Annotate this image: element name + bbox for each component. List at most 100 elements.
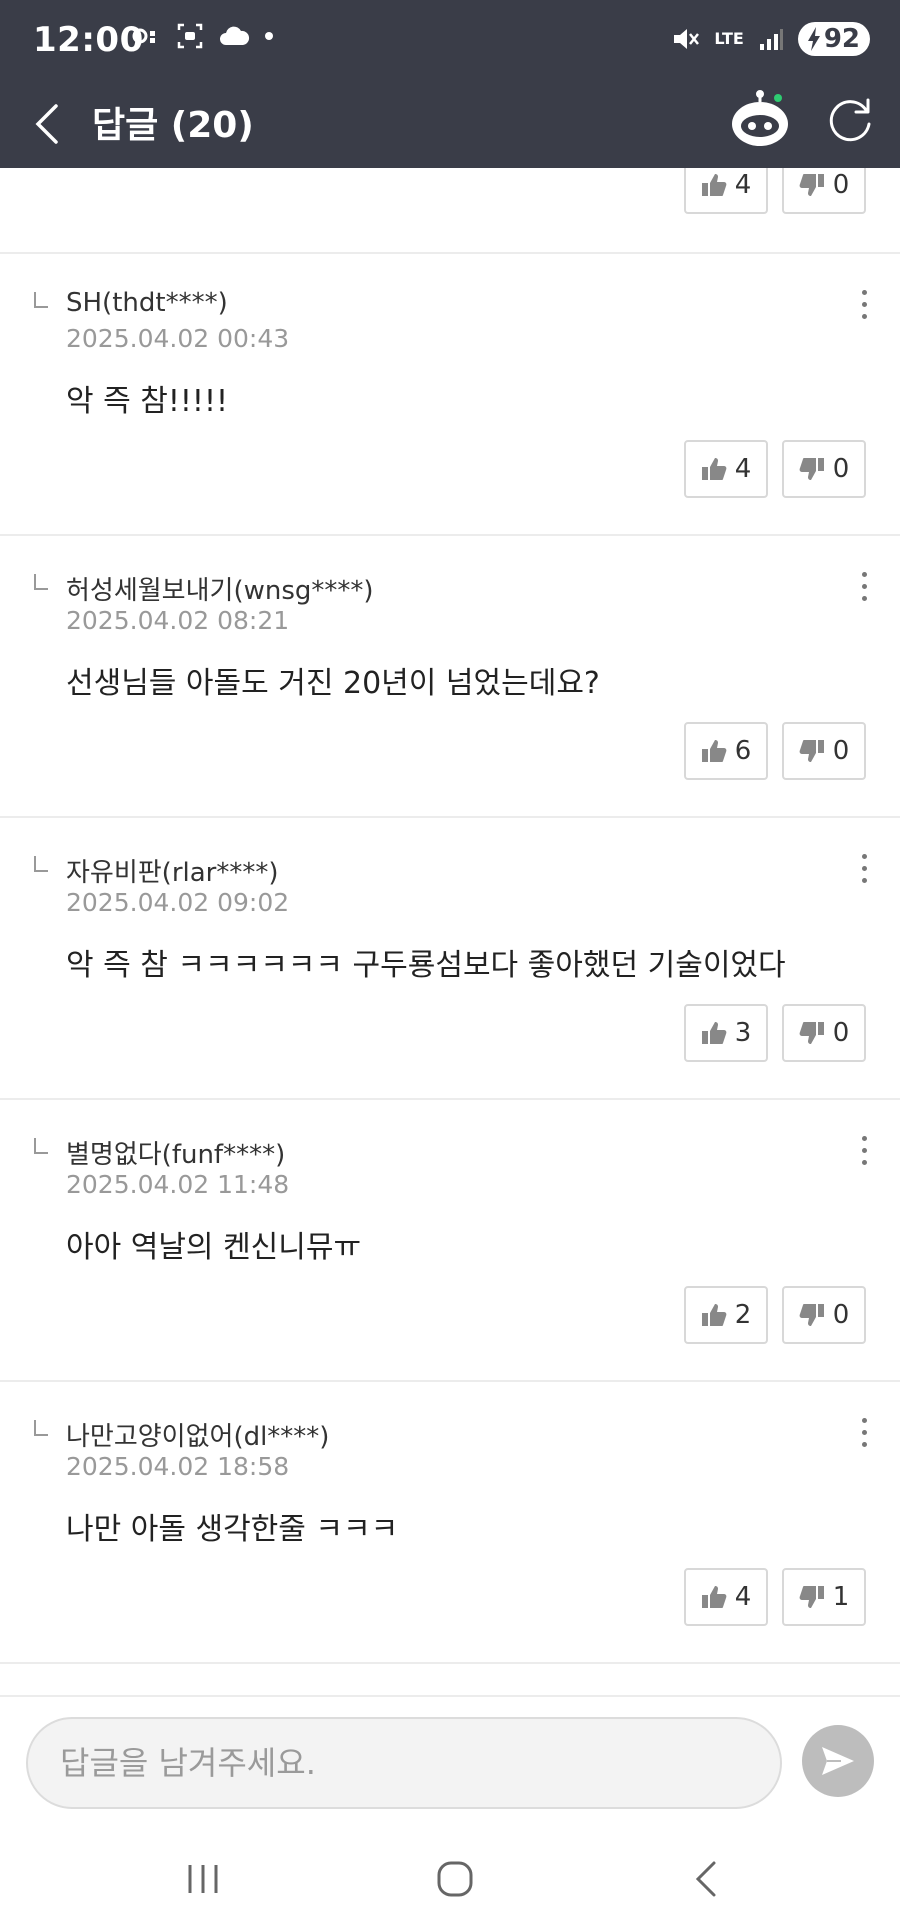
dislike-button[interactable]: 1: [782, 1568, 866, 1626]
comment-text: 악 즉 참!!!!!: [66, 384, 229, 419]
more-options-icon[interactable]: [860, 1136, 868, 1166]
list-item: 나만고양이없어(dl****) 2025.04.02 18:58 나만 아돌 생…: [0, 1382, 900, 1664]
thumbs-up-icon: [701, 1022, 727, 1044]
mute-icon: [674, 29, 700, 49]
reply-indent-icon: [34, 574, 48, 590]
like-button[interactable]: 4: [684, 168, 768, 214]
back-arrow-icon[interactable]: [30, 96, 70, 152]
home-icon[interactable]: [420, 1849, 490, 1909]
like-count: 3: [734, 1018, 752, 1048]
signal-icon: [759, 29, 783, 50]
dislike-count: 0: [832, 1018, 850, 1048]
thumbs-down-icon: [799, 458, 824, 480]
comment-date: 2025.04.02 09:02: [66, 888, 290, 917]
thumbs-down-icon: [799, 1304, 824, 1326]
recent-apps-icon[interactable]: [168, 1849, 238, 1909]
thumbs-down-icon: [799, 740, 824, 762]
more-options-icon[interactable]: [860, 854, 868, 884]
reply-indent-icon: [34, 1138, 48, 1154]
dislike-button[interactable]: 0: [782, 1286, 866, 1344]
comment-date: 2025.04.02 18:58: [66, 1452, 290, 1481]
more-options-icon[interactable]: [860, 290, 868, 320]
comment-author[interactable]: 별명없다(funf****): [66, 1134, 285, 1171]
list-item: 허성세월보내기(wnsg****) 2025.04.02 08:21 선생님들 …: [0, 536, 900, 818]
thumbs-up-icon: [701, 1304, 727, 1326]
comment-author[interactable]: SH(thdt****): [66, 288, 228, 318]
dislike-button[interactable]: 0: [782, 1004, 866, 1062]
more-options-icon[interactable]: [860, 1418, 868, 1448]
vote-group: 4 0: [684, 168, 866, 214]
comment-author[interactable]: 자유비판(rlar****): [66, 852, 279, 889]
back-nav-icon[interactable]: [672, 1849, 742, 1909]
like-count: 4: [734, 170, 752, 200]
like-button[interactable]: 3: [684, 1004, 768, 1062]
like-button[interactable]: 4: [684, 440, 768, 498]
thumbs-down-icon: [799, 1022, 824, 1044]
vote-group: 3 0: [684, 1004, 866, 1062]
vote-group: 4 1: [684, 1568, 866, 1626]
comment-text: 선생님들 아돌도 거진 20년이 넘었는데요?: [66, 666, 600, 701]
cloud-icon: [220, 26, 250, 45]
comment-text: 나만 아돌 생각한줄 ㅋㅋㅋ: [66, 1512, 399, 1547]
like-button[interactable]: 6: [684, 722, 768, 780]
comment-author[interactable]: 허성세월보내기(wnsg****): [66, 570, 374, 607]
dislike-button[interactable]: 0: [782, 168, 866, 214]
comment-text: 아아 역날의 켄신니뮤ㅠ: [66, 1230, 362, 1265]
battery-indicator: 92: [797, 22, 870, 56]
reply-indent-icon: [34, 856, 48, 872]
thumbs-up-icon: [701, 1586, 727, 1608]
network-type: LTE: [714, 29, 744, 48]
thumbs-up-icon: [701, 174, 727, 196]
comment-date: 2025.04.02 11:48: [66, 1170, 290, 1199]
vote-group: 6 0: [684, 722, 866, 780]
reply-input[interactable]: [26, 1717, 782, 1809]
more-options-icon[interactable]: [860, 572, 868, 602]
send-button[interactable]: [802, 1725, 874, 1797]
charging-bolt-icon: [807, 27, 820, 51]
dot-icon: [265, 32, 273, 40]
comment-date: 2025.04.02 08:21: [66, 606, 290, 635]
top-bar: 12:00 LTE 92 답글 (20): [0, 0, 900, 168]
reply-indent-icon: [34, 292, 48, 308]
vote-group: 4 0: [684, 440, 866, 498]
battery-level: 92: [823, 24, 860, 54]
list-item: 별명없다(funf****) 2025.04.02 11:48 아아 역날의 켄…: [0, 1100, 900, 1382]
dislike-count: 0: [832, 1300, 850, 1330]
like-count: 2: [734, 1300, 752, 1330]
page-title: 답글 (20): [92, 105, 254, 146]
vote-group: 2 0: [684, 1286, 866, 1344]
thumbs-up-icon: [701, 458, 727, 480]
send-icon: [822, 1747, 854, 1775]
dislike-button[interactable]: 0: [782, 440, 866, 498]
list-item: SH(thdt****) 2025.04.02 00:43 악 즉 참!!!!!…: [0, 254, 900, 536]
thumbs-down-icon: [799, 174, 824, 196]
status-right-icons: LTE 92: [670, 22, 870, 56]
robot-assistant-icon[interactable]: [728, 88, 792, 152]
thumbs-down-icon: [799, 1586, 824, 1608]
dislike-count: 0: [832, 736, 850, 766]
status-left-icons: [132, 22, 274, 50]
refresh-icon[interactable]: [822, 92, 878, 148]
list-item: 자유비판(rlar****) 2025.04.02 09:02 악 즉 참 ㅋㅋ…: [0, 818, 900, 1100]
dislike-count: 0: [832, 170, 850, 200]
app-header: 답글 (20): [0, 80, 900, 168]
comment-author[interactable]: 나만고양이없어(dl****): [66, 1416, 329, 1453]
like-count: 4: [734, 454, 752, 484]
list-item: 4 0: [0, 168, 900, 254]
reply-indent-icon: [34, 1420, 48, 1436]
like-count: 6: [734, 736, 752, 766]
screenshot-icon: [177, 23, 203, 49]
thumbs-up-icon: [701, 740, 727, 762]
system-nav-bar: [0, 1825, 900, 1930]
reply-list[interactable]: 4 0 SH(thdt****) 2025.04.02 00:43 악 즉 참!…: [0, 168, 900, 1695]
like-button[interactable]: 2: [684, 1286, 768, 1344]
status-time: 12:00: [33, 20, 144, 60]
comment-text: 악 즉 참 ㅋㅋㅋㅋㅋㅋ 구두룡섬보다 좋아했던 기술이었다: [66, 948, 786, 983]
status-bar: 12:00 LTE 92: [0, 0, 900, 80]
dislike-count: 0: [832, 454, 850, 484]
dislike-button[interactable]: 0: [782, 722, 866, 780]
like-count: 4: [734, 1582, 752, 1612]
dislike-count: 1: [832, 1582, 850, 1612]
reply-composer: [0, 1695, 900, 1825]
like-button[interactable]: 4: [684, 1568, 768, 1626]
